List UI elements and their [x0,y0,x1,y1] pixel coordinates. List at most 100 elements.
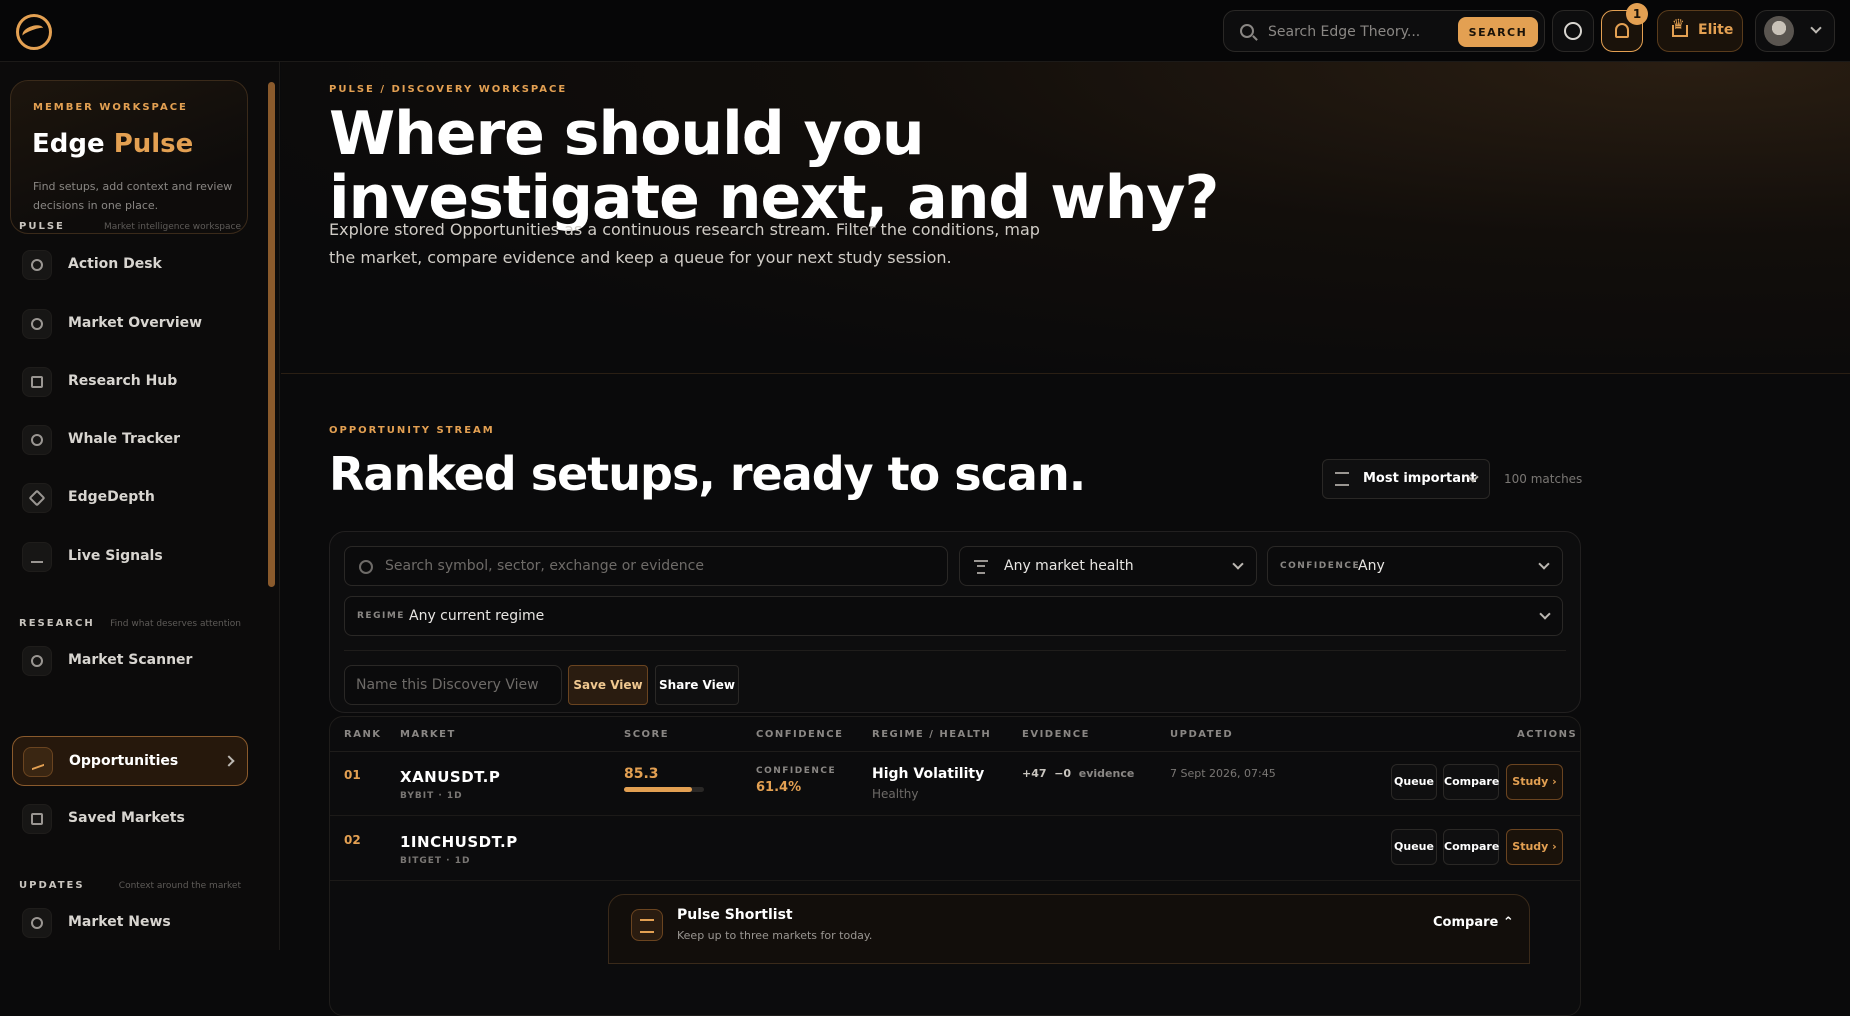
divider [344,650,1566,651]
share-view-button[interactable]: Share View [655,665,739,705]
notifications-button[interactable]: 1 [1601,3,1648,52]
sidebar-item-research-hub[interactable]: Research Hub [12,357,248,407]
chevron-right-icon [223,755,235,767]
sidebar-item-market-scanner[interactable]: Market Scanner [12,636,248,686]
main-content: PULSE / DISCOVERY WORKSPACE Where should… [281,62,1850,1016]
regime-value: High Volatility [872,766,985,782]
column-header-evidence: EVIDENCE [1022,729,1090,740]
section-subtitle-updates: Context around the market [118,881,241,891]
broadcast-icon [22,908,52,938]
search-icon [22,646,52,676]
chevron-down-icon [1539,608,1551,620]
sidebar-item-whale-tracker[interactable]: Whale Tracker [12,415,248,465]
confidence-tag: CONFIDENCE [756,766,837,776]
score-value: 85.3 [624,766,659,782]
workspace-card: MEMBER WORKSPACE Edge Pulse Find setups,… [10,80,248,234]
sidebar-scrollbar-thumb[interactable] [268,82,275,587]
pulse-icon [23,747,53,777]
sidebar: MEMBER WORKSPACE Edge Pulse Find setups,… [0,62,280,950]
global-search: SEARCH [1223,10,1545,52]
table-row[interactable]: 01 XANUSDT.P BYBIT · 1D 85.3 CONFIDENCE … [330,752,1580,816]
sidebar-item-label: Market Overview [68,315,203,331]
notification-badge: 1 [1626,3,1648,25]
save-view-button[interactable]: Save View [568,665,648,705]
score-bar-fill [624,787,693,792]
column-header-actions: ACTIONS [1517,729,1578,740]
evidence-minus: −0 [1054,767,1072,780]
updated-timestamp: 7 Sept 2026, 07:45 [1170,767,1276,780]
compass-icon [22,309,52,339]
market-symbol[interactable]: 1INCHUSDT.P [400,833,518,851]
section-subtitle-pulse: Market intelligence workspace [103,222,241,232]
view-name-input[interactable]: Name this Discovery View [344,665,562,705]
search-icon [1240,24,1254,38]
confidence-value: 61.4% [756,780,802,795]
column-header-market: MARKET [400,729,456,740]
sidebar-item-label: Whale Tracker [68,431,181,447]
market-health-select[interactable]: Any market health [959,546,1257,586]
column-header-confidence: CONFIDENCE [756,729,844,740]
market-symbol[interactable]: XANUSDT.P [400,768,500,786]
chat-bubble-icon [1564,22,1582,40]
shortlist-compare-button[interactable]: Compare ⌃ [1433,915,1514,930]
hero-section: PULSE / DISCOVERY WORKSPACE Where should… [281,62,1850,374]
evidence-plus: +47 [1022,767,1047,780]
market-health-value: Any market health [1004,558,1134,574]
chevron-down-icon [1538,558,1550,570]
page-lead: Explore stored Opportunities as a contin… [329,220,1040,267]
sidebar-item-label: EdgeDepth [68,489,155,505]
queue-button[interactable]: Queue [1391,764,1437,800]
sidebar-item-market-overview[interactable]: Market Overview [12,299,248,349]
workspace-kicker: MEMBER WORKSPACE [33,102,188,113]
elite-tier-button[interactable]: Elite [1657,10,1743,52]
study-button[interactable]: Study › [1506,829,1563,865]
workspace-description: Find setups, add context and review deci… [33,180,233,212]
column-header-updated: UPDATED [1170,729,1234,740]
page-title: Where should you investigate next, and w… [329,99,1219,233]
market-exchange: BYBIT · 1D [400,791,463,801]
table-row[interactable]: 02 1INCHUSDT.P BITGET · 1D Queue Compare… [330,817,1580,881]
sidebar-item-opportunities[interactable]: Opportunities [12,736,248,786]
sidebar-item-edgedepth[interactable]: EdgeDepth [12,473,248,523]
compare-button[interactable]: Compare [1443,764,1499,800]
calendar-icon [22,804,52,834]
opportunity-table: RANK MARKET SCORE CONFIDENCE REGIME / HE… [329,716,1581,1016]
stream-title: Ranked setups, ready to scan. [329,447,1086,501]
evidence-summary: +47 −0 evidence [1022,767,1134,780]
match-count: 100 matches [1504,472,1583,486]
search-button[interactable]: SEARCH [1458,17,1538,47]
opportunity-search-field[interactable]: Search symbol, sector, exchange or evide… [344,546,948,586]
sidebar-item-saved-markets[interactable]: Saved Markets [12,794,248,844]
bell-icon [1615,23,1629,38]
chevron-down-icon [1810,22,1822,34]
sidebar-item-market-news[interactable]: Market News [12,898,248,948]
workspace-title: Edge Pulse [32,129,193,159]
column-header-score: SCORE [624,729,670,740]
section-label-pulse: PULSE [19,221,65,232]
sidebar-item-action-desk[interactable]: Action Desk [12,240,248,290]
sidebar-item-label: Research Hub [68,373,178,389]
compare-button[interactable]: Compare [1443,829,1499,865]
column-header-regime: REGIME / HEALTH [872,729,992,740]
pulse-shortlist-dock[interactable]: Pulse Shortlist Keep up to three markets… [608,894,1530,964]
workspace-title-main: Edge [32,129,105,159]
messages-button[interactable] [1552,10,1594,52]
sidebar-item-live-signals[interactable]: Live Signals [12,532,248,582]
rank: 02 [344,833,361,847]
health-value: Healthy [872,787,919,801]
edge-theory-logo[interactable] [16,14,52,50]
sidebar-item-label: Opportunities [69,753,179,769]
global-search-input[interactable] [1268,21,1438,43]
top-bar: SEARCH 1 Elite [0,0,1850,62]
user-menu-button[interactable] [1755,10,1835,52]
stream-kicker: OPPORTUNITY STREAM [329,425,495,436]
sidebar-item-label: Market Scanner [68,652,193,668]
filter-panel: Search symbol, sector, exchange or evide… [329,531,1581,713]
confidence-select[interactable]: CONFIDENCE Any [1267,546,1563,586]
sidebar-item-label: Action Desk [68,256,162,272]
queue-button[interactable]: Queue [1391,829,1437,865]
regime-select[interactable]: REGIME Any current regime [344,596,1563,636]
crown-icon [1672,17,1688,37]
sort-dropdown[interactable]: Most important [1322,459,1490,499]
study-button[interactable]: Study › [1506,764,1563,800]
